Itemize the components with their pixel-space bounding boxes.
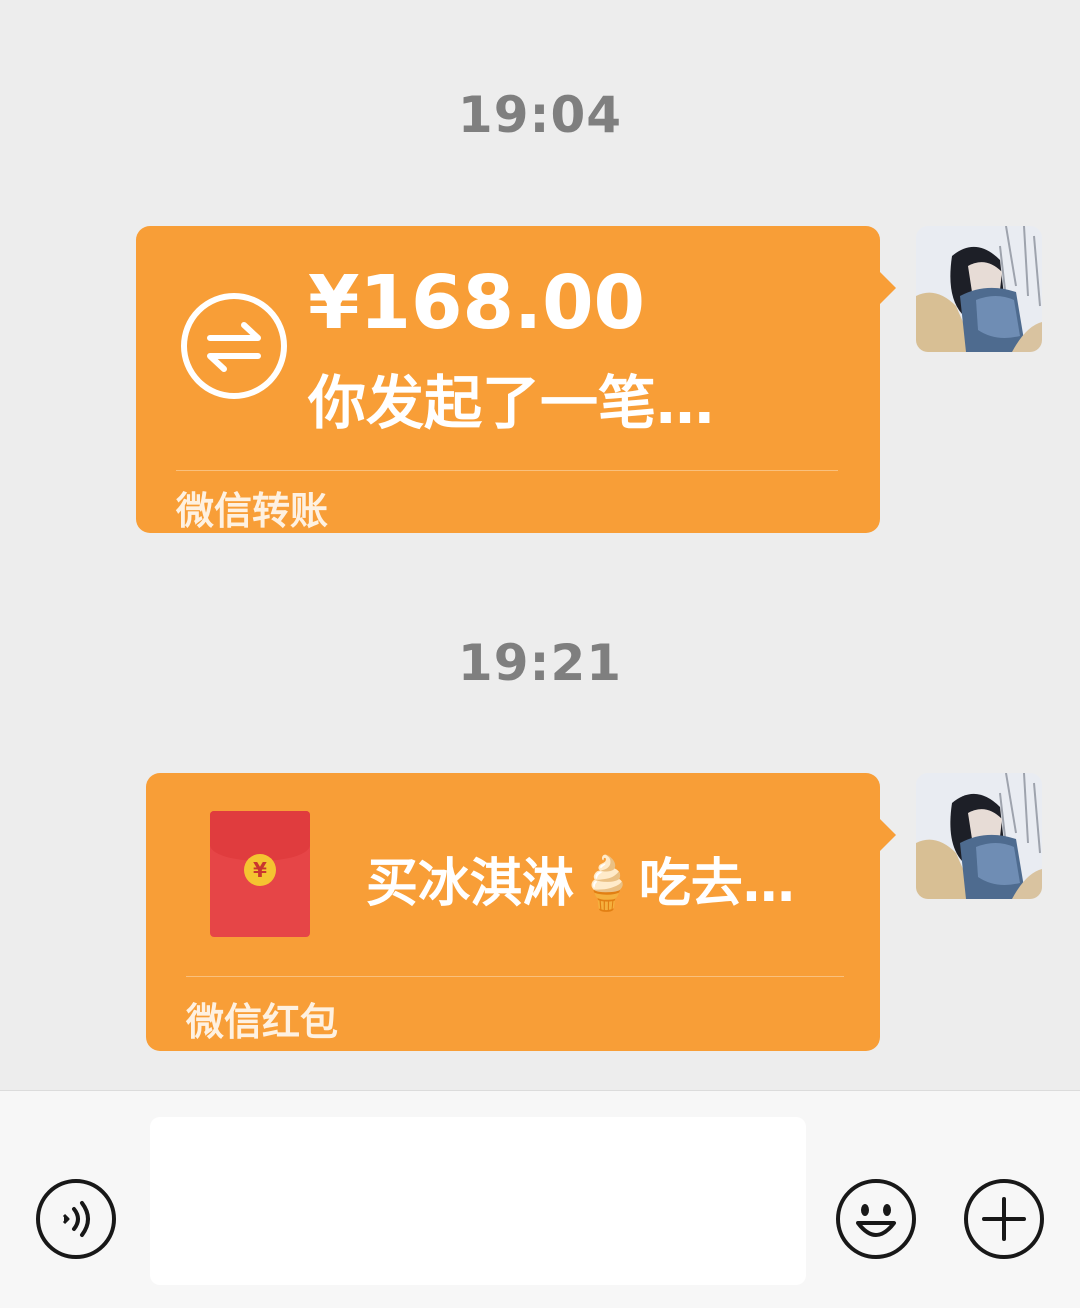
- chat-screen: 19:04 ¥168.00 你发起了一笔… 微信转账 19:21 ¥ 买冰淇淋🍦…: [0, 0, 1080, 1308]
- chat-input-bar: [0, 1090, 1080, 1308]
- red-packet-message-text: 买冰淇淋🍦吃去…: [366, 854, 795, 914]
- bubble-tail: [878, 817, 896, 853]
- plus-icon[interactable]: [962, 1177, 1046, 1261]
- bubble-divider: [176, 470, 838, 471]
- transfer-arrows-icon: [180, 292, 288, 400]
- transfer-footer-label: 微信转账: [176, 489, 329, 533]
- user-avatar[interactable]: [916, 773, 1042, 899]
- transfer-amount: ¥168.00: [308, 260, 646, 346]
- bubble-tail: [878, 270, 896, 306]
- emoji-icon[interactable]: [834, 1177, 918, 1261]
- yuan-coin-icon: ¥: [244, 854, 276, 886]
- transfer-description: 你发起了一笔…: [308, 369, 715, 437]
- user-avatar[interactable]: [916, 226, 1042, 352]
- message-timestamp: 19:21: [457, 634, 623, 692]
- voice-icon[interactable]: [34, 1177, 118, 1261]
- bubble-divider: [186, 976, 844, 977]
- red-envelope-icon: ¥: [210, 811, 310, 937]
- transfer-message-bubble[interactable]: ¥168.00 你发起了一笔… 微信转账: [136, 226, 896, 533]
- red-packet-message-bubble[interactable]: ¥ 买冰淇淋🍦吃去… 微信红包: [146, 773, 896, 1051]
- message-timestamp: 19:04: [457, 86, 623, 144]
- message-input[interactable]: [150, 1117, 806, 1285]
- red-packet-footer-label: 微信红包: [186, 1000, 339, 1044]
